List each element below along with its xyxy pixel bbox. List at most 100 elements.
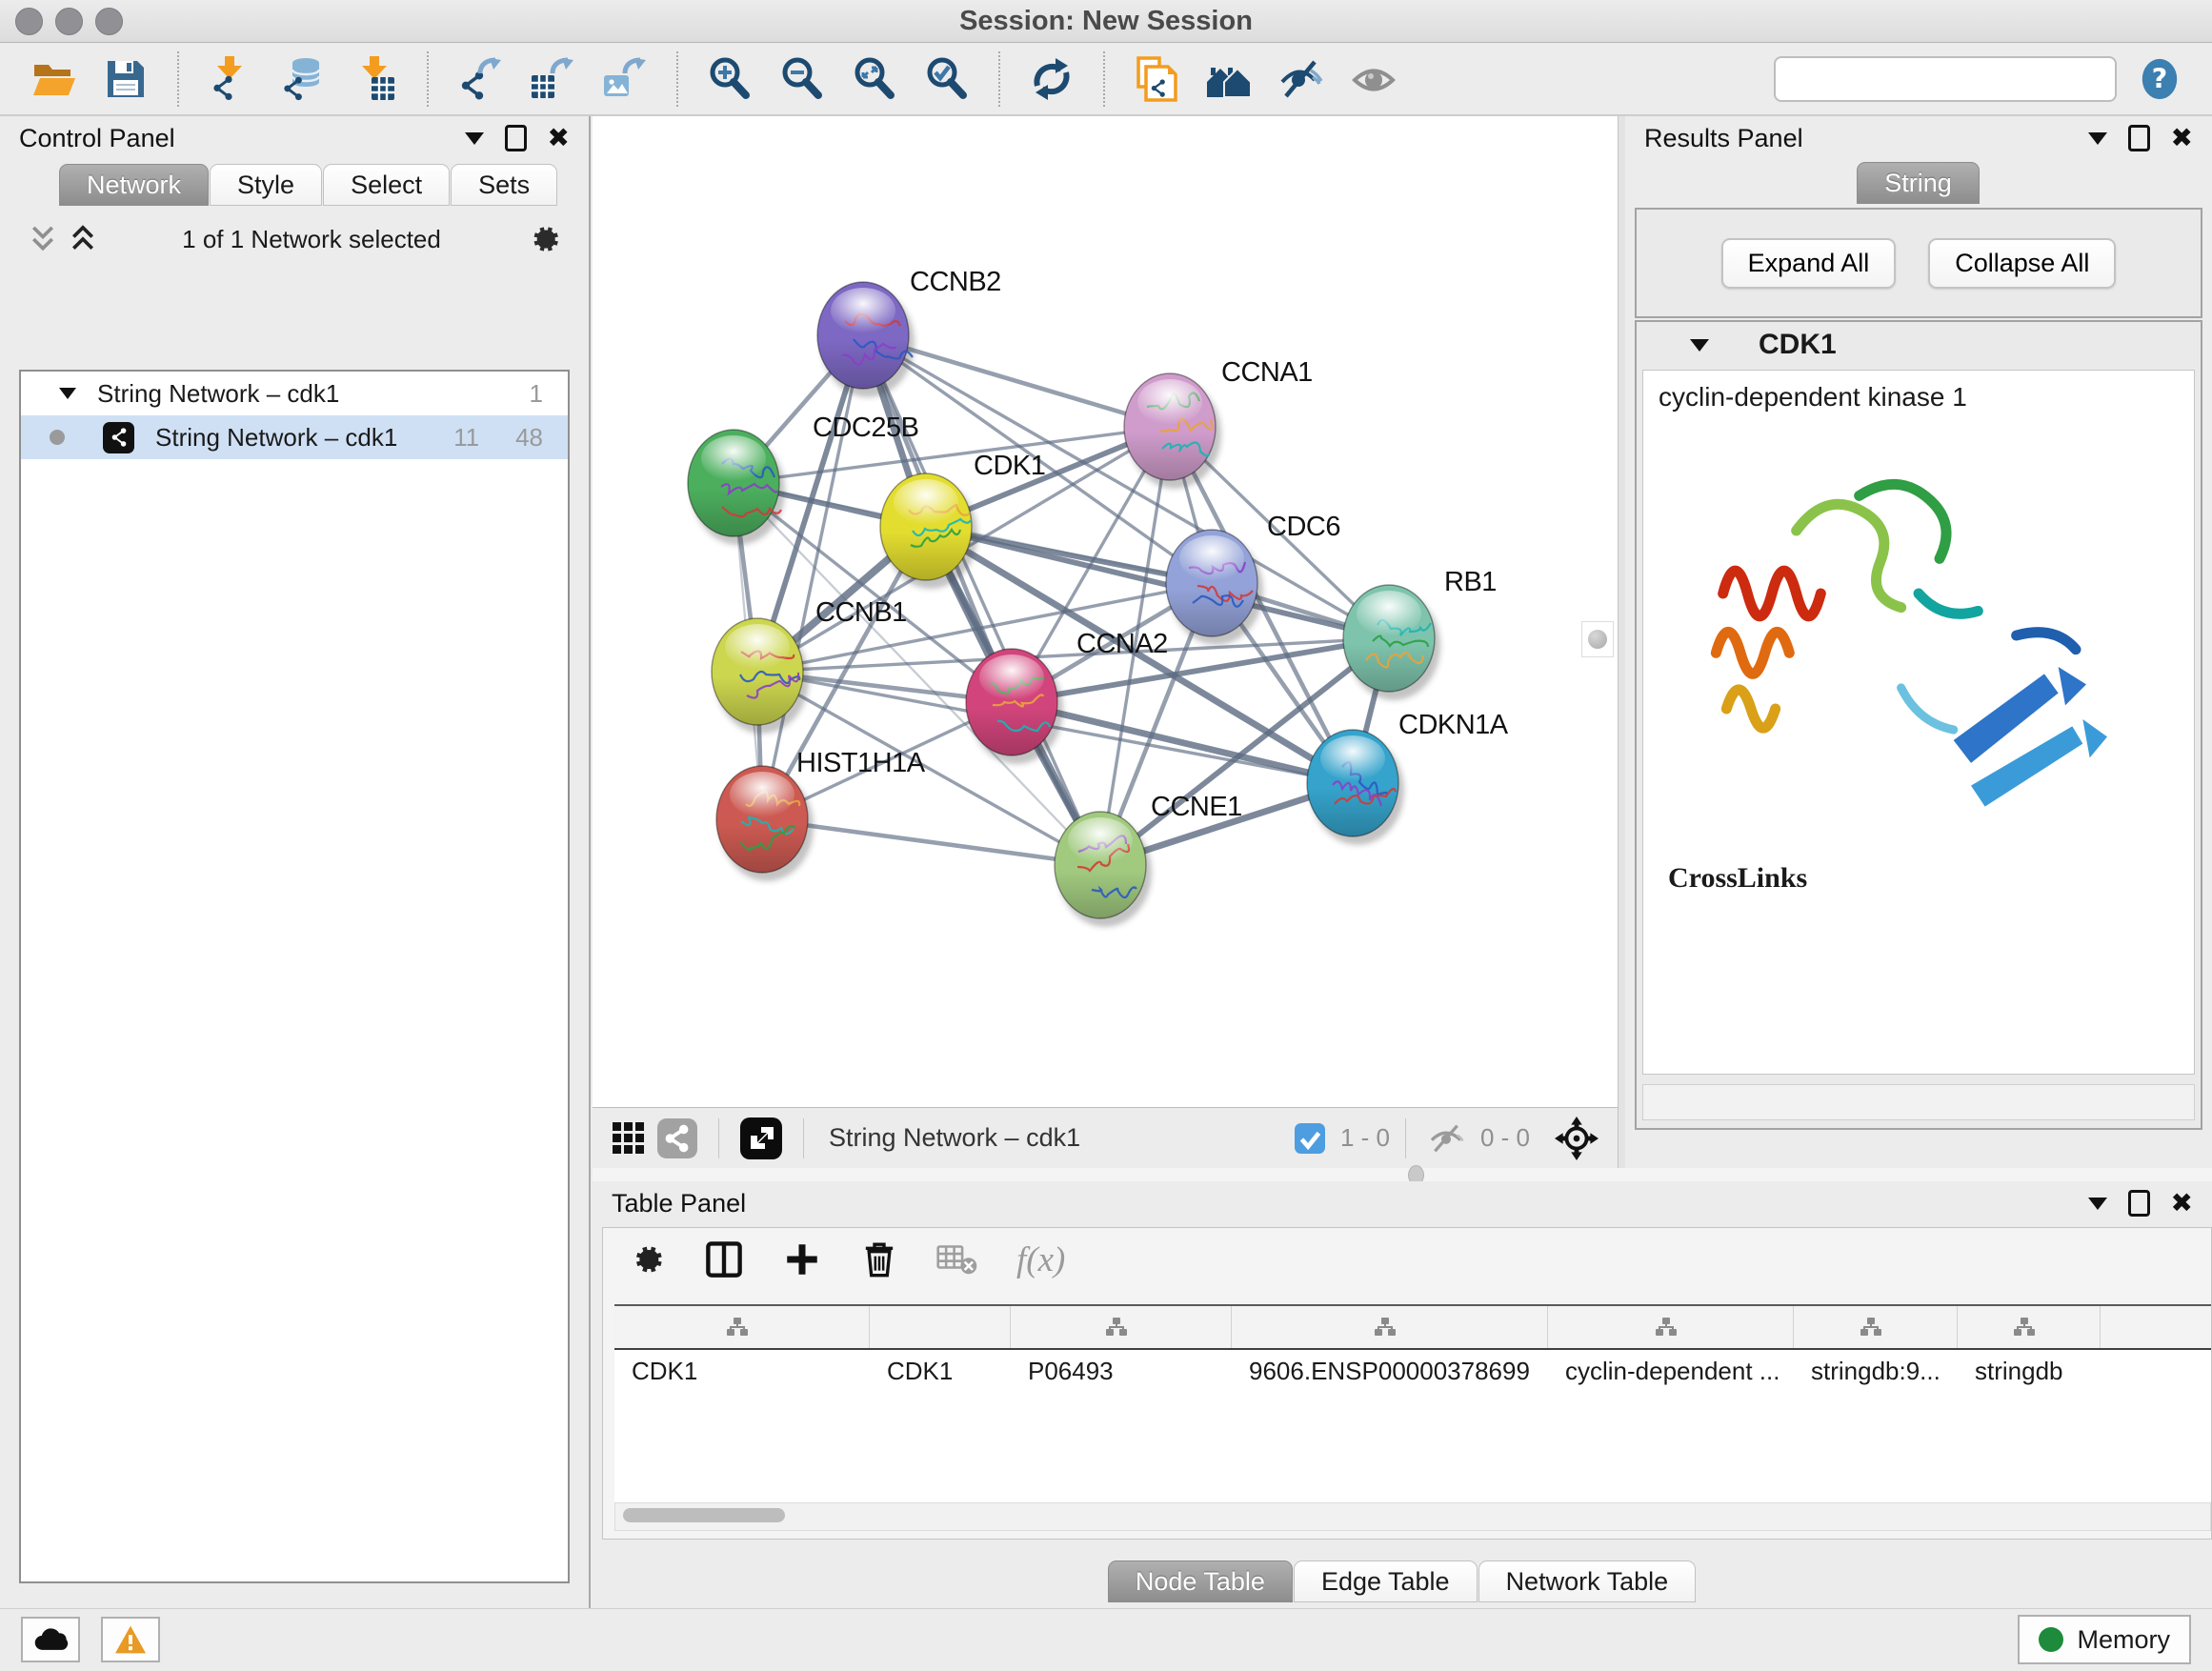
network-tree: String Network – cdk1 1 String Network –… bbox=[19, 370, 570, 1583]
network-edge[interactable] bbox=[762, 335, 863, 819]
zoom-in-icon[interactable] bbox=[701, 50, 758, 108]
close-panel-icon[interactable]: ✖ bbox=[548, 128, 570, 149]
column-header-namespace[interactable] bbox=[1958, 1306, 2101, 1348]
column-header-database-identifier[interactable] bbox=[1232, 1306, 1548, 1348]
column-header-canonical-name[interactable] bbox=[1011, 1306, 1232, 1348]
tab-style[interactable]: Style bbox=[210, 164, 322, 206]
save-session-icon[interactable] bbox=[97, 50, 154, 108]
import-network-file-icon[interactable] bbox=[202, 50, 259, 108]
collapse-panel-icon[interactable] bbox=[2088, 132, 2107, 145]
float-panel-icon[interactable] bbox=[505, 125, 527, 151]
tab-node-table[interactable]: Node Table bbox=[1108, 1560, 1293, 1602]
import-table-file-icon[interactable] bbox=[347, 50, 404, 108]
help-icon[interactable]: ? bbox=[2138, 55, 2182, 103]
table-cell[interactable]: 9606.ENSP00000378699 bbox=[1232, 1357, 1548, 1386]
table-cell[interactable]: CDK1 bbox=[870, 1357, 1011, 1386]
results-scrollbar[interactable] bbox=[1642, 1084, 2195, 1120]
splitter-collapse-handle[interactable] bbox=[1581, 621, 1614, 657]
collapse-all-icon[interactable] bbox=[29, 223, 57, 255]
birds-eye-view-icon[interactable] bbox=[740, 1117, 782, 1159]
expand-all-button[interactable]: Expand All bbox=[1721, 238, 1897, 289]
search-field[interactable] bbox=[1774, 56, 2117, 102]
network-node-RB1[interactable] bbox=[1343, 585, 1435, 692]
gene-section-header[interactable]: CDK1 bbox=[1637, 322, 2201, 368]
table-cell[interactable]: P06493 bbox=[1011, 1357, 1232, 1386]
export-image-icon[interactable] bbox=[596, 50, 654, 108]
new-network-from-selection-icon[interactable] bbox=[1128, 50, 1185, 108]
export-table-icon[interactable] bbox=[524, 50, 581, 108]
column-header-@id[interactable] bbox=[1794, 1306, 1958, 1348]
table-cell[interactable]: cyclin-dependent ... bbox=[1548, 1357, 1794, 1386]
network-node-CDK1[interactable] bbox=[880, 473, 972, 580]
show-all-icon[interactable] bbox=[1345, 50, 1402, 108]
grid-view-icon[interactable] bbox=[612, 1121, 646, 1156]
zoom-selected-icon[interactable] bbox=[918, 50, 975, 108]
export-network-icon[interactable] bbox=[452, 50, 509, 108]
memory-button[interactable]: Memory bbox=[2018, 1615, 2191, 1664]
horizontal-splitter[interactable] bbox=[593, 1168, 2212, 1181]
network-view[interactable]: CCNB2 CCNA1 CDC25B CDK1 CDC6 RB1 CCNB1 C… bbox=[593, 116, 1618, 1168]
tab-string[interactable]: String bbox=[1857, 162, 1980, 204]
tree-collapse-icon[interactable] bbox=[59, 388, 76, 399]
close-panel-icon[interactable]: ✖ bbox=[2171, 128, 2193, 149]
node-table[interactable]: CDK1CDK1P064939606.ENSP00000378699cyclin… bbox=[614, 1304, 2211, 1504]
network-node-CCNA2[interactable] bbox=[966, 649, 1057, 755]
table-cell[interactable]: stringdb bbox=[1958, 1357, 2101, 1386]
warning-status-button[interactable] bbox=[101, 1617, 160, 1662]
selected-checkbox-icon[interactable] bbox=[1295, 1123, 1325, 1154]
column-header-description[interactable] bbox=[1548, 1306, 1794, 1348]
network-node-CDKN1A[interactable] bbox=[1307, 730, 1398, 836]
expand-all-icon[interactable] bbox=[69, 223, 97, 255]
svg-text:?: ? bbox=[2152, 62, 2168, 94]
table-cell[interactable]: CDK1 bbox=[614, 1357, 870, 1386]
import-network-database-icon[interactable] bbox=[274, 50, 332, 108]
network-row-selected[interactable]: String Network – cdk1 11 48 bbox=[21, 415, 568, 459]
open-session-icon[interactable] bbox=[25, 50, 82, 108]
close-panel-icon[interactable]: ✖ bbox=[2171, 1193, 2193, 1214]
show-columns-icon[interactable] bbox=[704, 1239, 744, 1279]
collapse-all-button[interactable]: Collapse All bbox=[1928, 238, 2116, 289]
edge-count: 48 bbox=[515, 423, 543, 453]
float-panel-icon[interactable] bbox=[2128, 1190, 2150, 1217]
column-header-name[interactable] bbox=[870, 1306, 1011, 1348]
gene-collapse-icon[interactable] bbox=[1690, 339, 1709, 352]
network-node-CCNE1[interactable] bbox=[1055, 812, 1146, 918]
tab-select[interactable]: Select bbox=[323, 164, 450, 206]
table-cell[interactable]: stringdb:9... bbox=[1794, 1357, 1958, 1386]
float-panel-icon[interactable] bbox=[2128, 125, 2150, 151]
network-view-title: String Network – cdk1 bbox=[829, 1123, 1080, 1153]
apply-layout-icon[interactable] bbox=[1023, 50, 1080, 108]
collapse-panel-icon[interactable] bbox=[465, 132, 484, 145]
cloud-status-button[interactable] bbox=[21, 1617, 80, 1662]
scrollbar-thumb[interactable] bbox=[623, 1508, 785, 1522]
toolbar-separator bbox=[676, 51, 678, 107]
network-node-CCNA1[interactable] bbox=[1124, 373, 1216, 480]
column-header-shared-name[interactable] bbox=[614, 1306, 870, 1348]
network-node-HIST1H1A[interactable] bbox=[716, 766, 808, 873]
tab-sets[interactable]: Sets bbox=[451, 164, 557, 206]
zoom-out-icon[interactable] bbox=[774, 50, 831, 108]
tab-network[interactable]: Network bbox=[59, 164, 209, 206]
hide-selected-icon[interactable] bbox=[1273, 50, 1330, 108]
network-collection-row[interactable]: String Network – cdk1 1 bbox=[21, 372, 568, 415]
search-input[interactable] bbox=[1785, 63, 2108, 94]
zoom-fit-icon[interactable] bbox=[846, 50, 903, 108]
table-row[interactable]: CDK1CDK1P064939606.ENSP00000378699cyclin… bbox=[614, 1350, 2211, 1392]
fit-selected-target-icon[interactable] bbox=[1555, 1117, 1599, 1160]
network-thumbnail-icon[interactable] bbox=[657, 1118, 697, 1158]
group-nodes-icon[interactable] bbox=[1200, 50, 1257, 108]
collapse-panel-icon[interactable] bbox=[2088, 1198, 2107, 1210]
toolbar-separator bbox=[998, 51, 1000, 107]
table-options-gear-icon[interactable] bbox=[628, 1240, 666, 1278]
network-canvas[interactable]: CCNB2 CCNA1 CDC25B CDK1 CDC6 RB1 CCNB1 C… bbox=[593, 116, 1618, 1107]
network-node-CDC6[interactable] bbox=[1166, 530, 1257, 636]
table-panel: Table Panel ✖ f(x) CDK1CDK1P064939606.EN… bbox=[593, 1181, 2212, 1608]
tab-edge-table[interactable]: Edge Table bbox=[1294, 1560, 1478, 1602]
add-column-icon[interactable] bbox=[782, 1239, 822, 1279]
network-options-gear-icon[interactable] bbox=[526, 221, 562, 257]
network-node-CCNB1[interactable] bbox=[712, 618, 803, 725]
delete-column-icon[interactable] bbox=[860, 1239, 898, 1279]
table-horizontal-scrollbar[interactable] bbox=[614, 1502, 2211, 1531]
shared-column-icon bbox=[1374, 1317, 1397, 1338]
tab-network-table[interactable]: Network Table bbox=[1478, 1560, 1697, 1602]
